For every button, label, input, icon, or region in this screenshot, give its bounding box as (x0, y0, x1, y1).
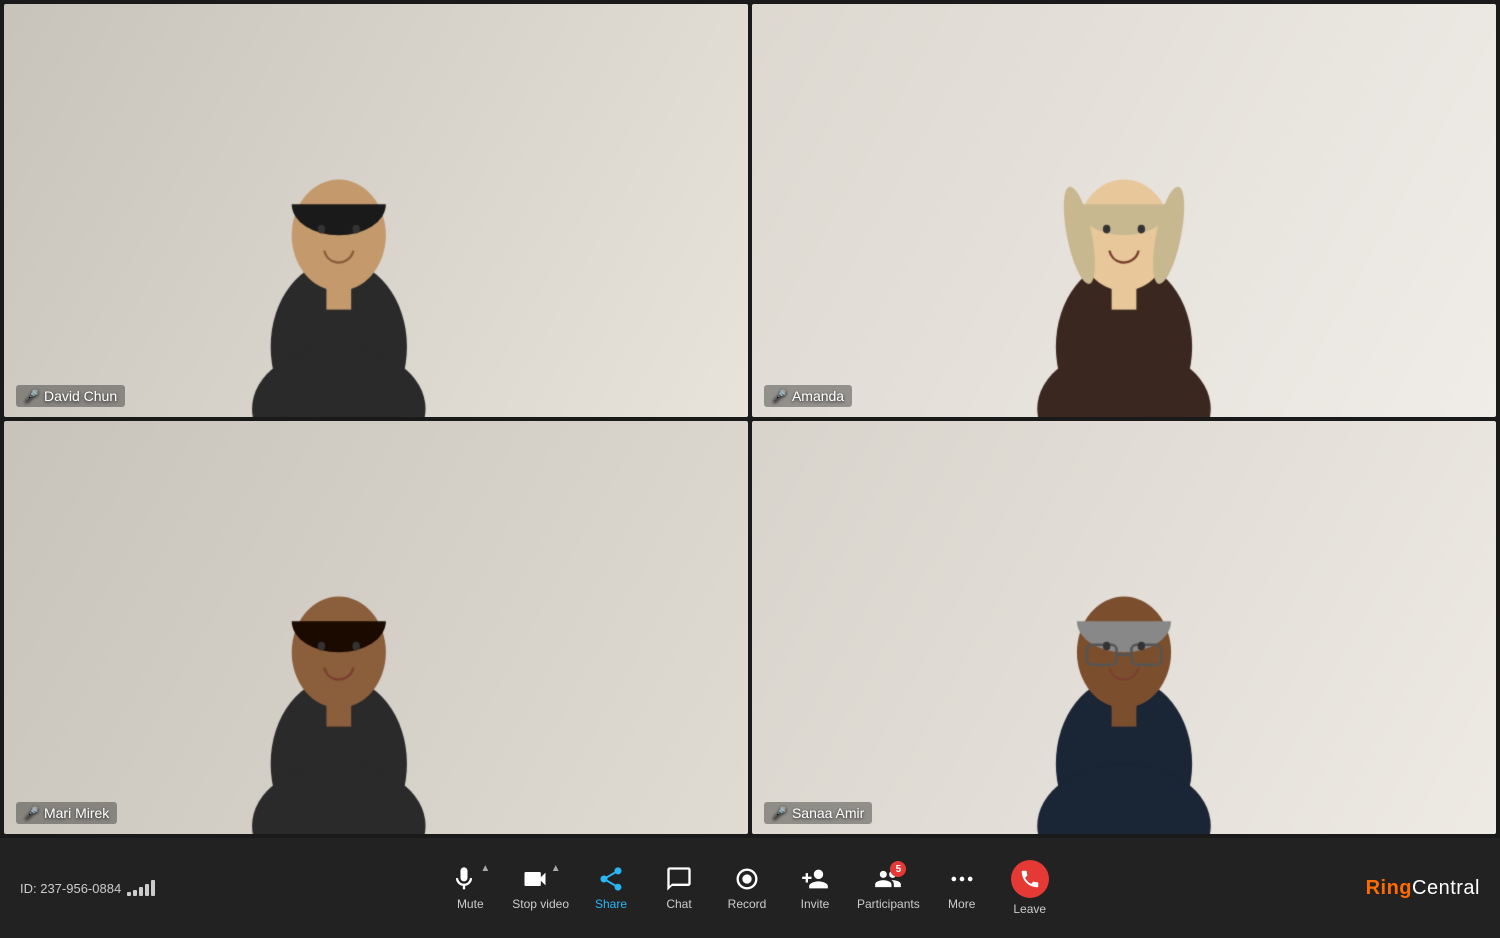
chat-label: Chat (666, 897, 691, 911)
toolbar: ID: 237-956-0884 ▲ Mute (0, 838, 1500, 938)
video-tile-amanda: 🎤 Amanda (752, 4, 1496, 417)
meeting-id: ID: 237-956-0884 (20, 881, 121, 896)
signal-bar-5 (151, 880, 155, 896)
video-tile-mari-mirek: 🎤 Mari Mirek (4, 421, 748, 834)
mic-icon-sanaa: 🎤 (772, 806, 787, 820)
share-button[interactable]: Share (581, 859, 641, 917)
participant-name-mari-mirek: 🎤 Mari Mirek (16, 802, 117, 824)
invite-icon (801, 865, 829, 893)
participants-label: Participants (857, 897, 920, 911)
invite-button[interactable]: Invite (785, 859, 845, 917)
participants-button[interactable]: 5 Participants (853, 859, 924, 917)
participant-video-sanaa-amir (752, 421, 1496, 834)
video-icon (521, 865, 549, 893)
video-arrow-icon[interactable]: ▲ (551, 863, 561, 874)
share-icon (597, 865, 625, 893)
meeting-info: ID: 237-956-0884 (20, 880, 200, 896)
participant-video-david-chun (4, 4, 748, 417)
mic-icon-david: 🎤 (24, 389, 39, 403)
signal-bar-3 (139, 887, 143, 896)
more-icon (948, 865, 976, 893)
share-label: Share (595, 897, 627, 911)
signal-strength (127, 880, 155, 896)
chat-icon (665, 865, 693, 893)
invite-label: Invite (801, 897, 830, 911)
leave-button[interactable]: Leave (1000, 854, 1060, 922)
microphone-icon (450, 865, 478, 893)
mute-label: Mute (457, 897, 484, 911)
more-label: More (948, 897, 975, 911)
participant-video-amanda (752, 4, 1496, 417)
mic-icon-amanda: 🎤 (772, 389, 787, 403)
brand-label: RingCentral (1366, 877, 1480, 900)
more-button[interactable]: More (932, 859, 992, 917)
participant-name-amanda: 🎤 Amanda (764, 385, 852, 407)
participant-name-sanaa-amir: 🎤 Sanaa Amir (764, 802, 872, 824)
signal-bar-4 (145, 884, 149, 896)
video-grid: 🎤 David Chun 🎤 Amanda 🎤 Mari Mirek (0, 0, 1500, 838)
participant-video-mari-mirek (4, 421, 748, 834)
video-tile-sanaa-amir: 🎤 Sanaa Amir (752, 421, 1496, 834)
leave-label: Leave (1013, 902, 1046, 916)
record-button[interactable]: Record (717, 859, 777, 917)
mute-button[interactable]: ▲ Mute (440, 859, 500, 917)
toolbar-controls: ▲ Mute ▲ Stop video Share (440, 854, 1059, 922)
participant-name-david-chun: 🎤 David Chun (16, 385, 125, 407)
stop-video-button[interactable]: ▲ Stop video (508, 859, 573, 917)
brand-area: RingCentral (1300, 877, 1480, 900)
brand-ring: Ring (1366, 877, 1412, 899)
stop-video-label: Stop video (512, 897, 569, 911)
participants-badge: 5 (890, 861, 906, 877)
signal-bar-1 (127, 892, 131, 896)
chat-button[interactable]: Chat (649, 859, 709, 917)
signal-bar-2 (133, 890, 137, 896)
mic-icon-mari: 🎤 (24, 806, 39, 820)
video-tile-david-chun: 🎤 David Chun (4, 4, 748, 417)
record-icon (733, 865, 761, 893)
leave-icon (1011, 860, 1049, 898)
mute-arrow-icon[interactable]: ▲ (480, 863, 490, 874)
record-label: Record (728, 897, 767, 911)
